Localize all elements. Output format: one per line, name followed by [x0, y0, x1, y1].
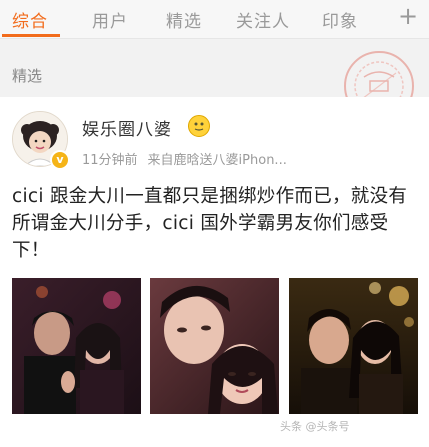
section-label: 精选 — [12, 67, 43, 85]
plus-icon[interactable]: + — [398, 2, 418, 30]
photo-grid — [12, 278, 418, 414]
post-photo-1[interactable] — [12, 278, 141, 414]
image-watermark: 头条 @头条号 — [280, 420, 350, 433]
section-header: 精选 — [0, 39, 429, 121]
active-tab-indicator — [2, 34, 60, 37]
post-photo-3[interactable] — [289, 278, 418, 414]
post-photo-2[interactable] — [150, 278, 279, 414]
tab-following[interactable]: 关注人 — [236, 7, 290, 32]
tab-featured[interactable]: 精选 — [166, 7, 202, 32]
post-time: 11分钟前 — [82, 153, 138, 168]
post-text: cici 跟金大川一直都只是捆绑炒作而已，就没有所谓金大川分手，cici 国外学… — [12, 186, 408, 261]
post-source[interactable]: 来自鹿晗送八婆iPhon... — [148, 153, 287, 168]
post-meta: 11分钟前 来自鹿晗送八婆iPhon... — [82, 149, 332, 168]
post-username[interactable]: 娱乐圈八婆 — [82, 115, 172, 140]
tab-comprehensive[interactable]: 综合 — [12, 7, 48, 32]
tab-impressions[interactable]: 印象 — [322, 7, 358, 32]
emoji-badge-icon — [188, 115, 210, 137]
verified-badge-icon: v — [50, 150, 70, 170]
tab-users[interactable]: 用户 — [92, 7, 128, 32]
top-tab-bar: 综合 用户 精选 关注人 印象 + — [0, 0, 429, 39]
weibo-post: v 娱乐圈八婆 11分钟前 来自鹿晗送八婆iPhon... cici 跟金大川一直… — [0, 97, 429, 447]
